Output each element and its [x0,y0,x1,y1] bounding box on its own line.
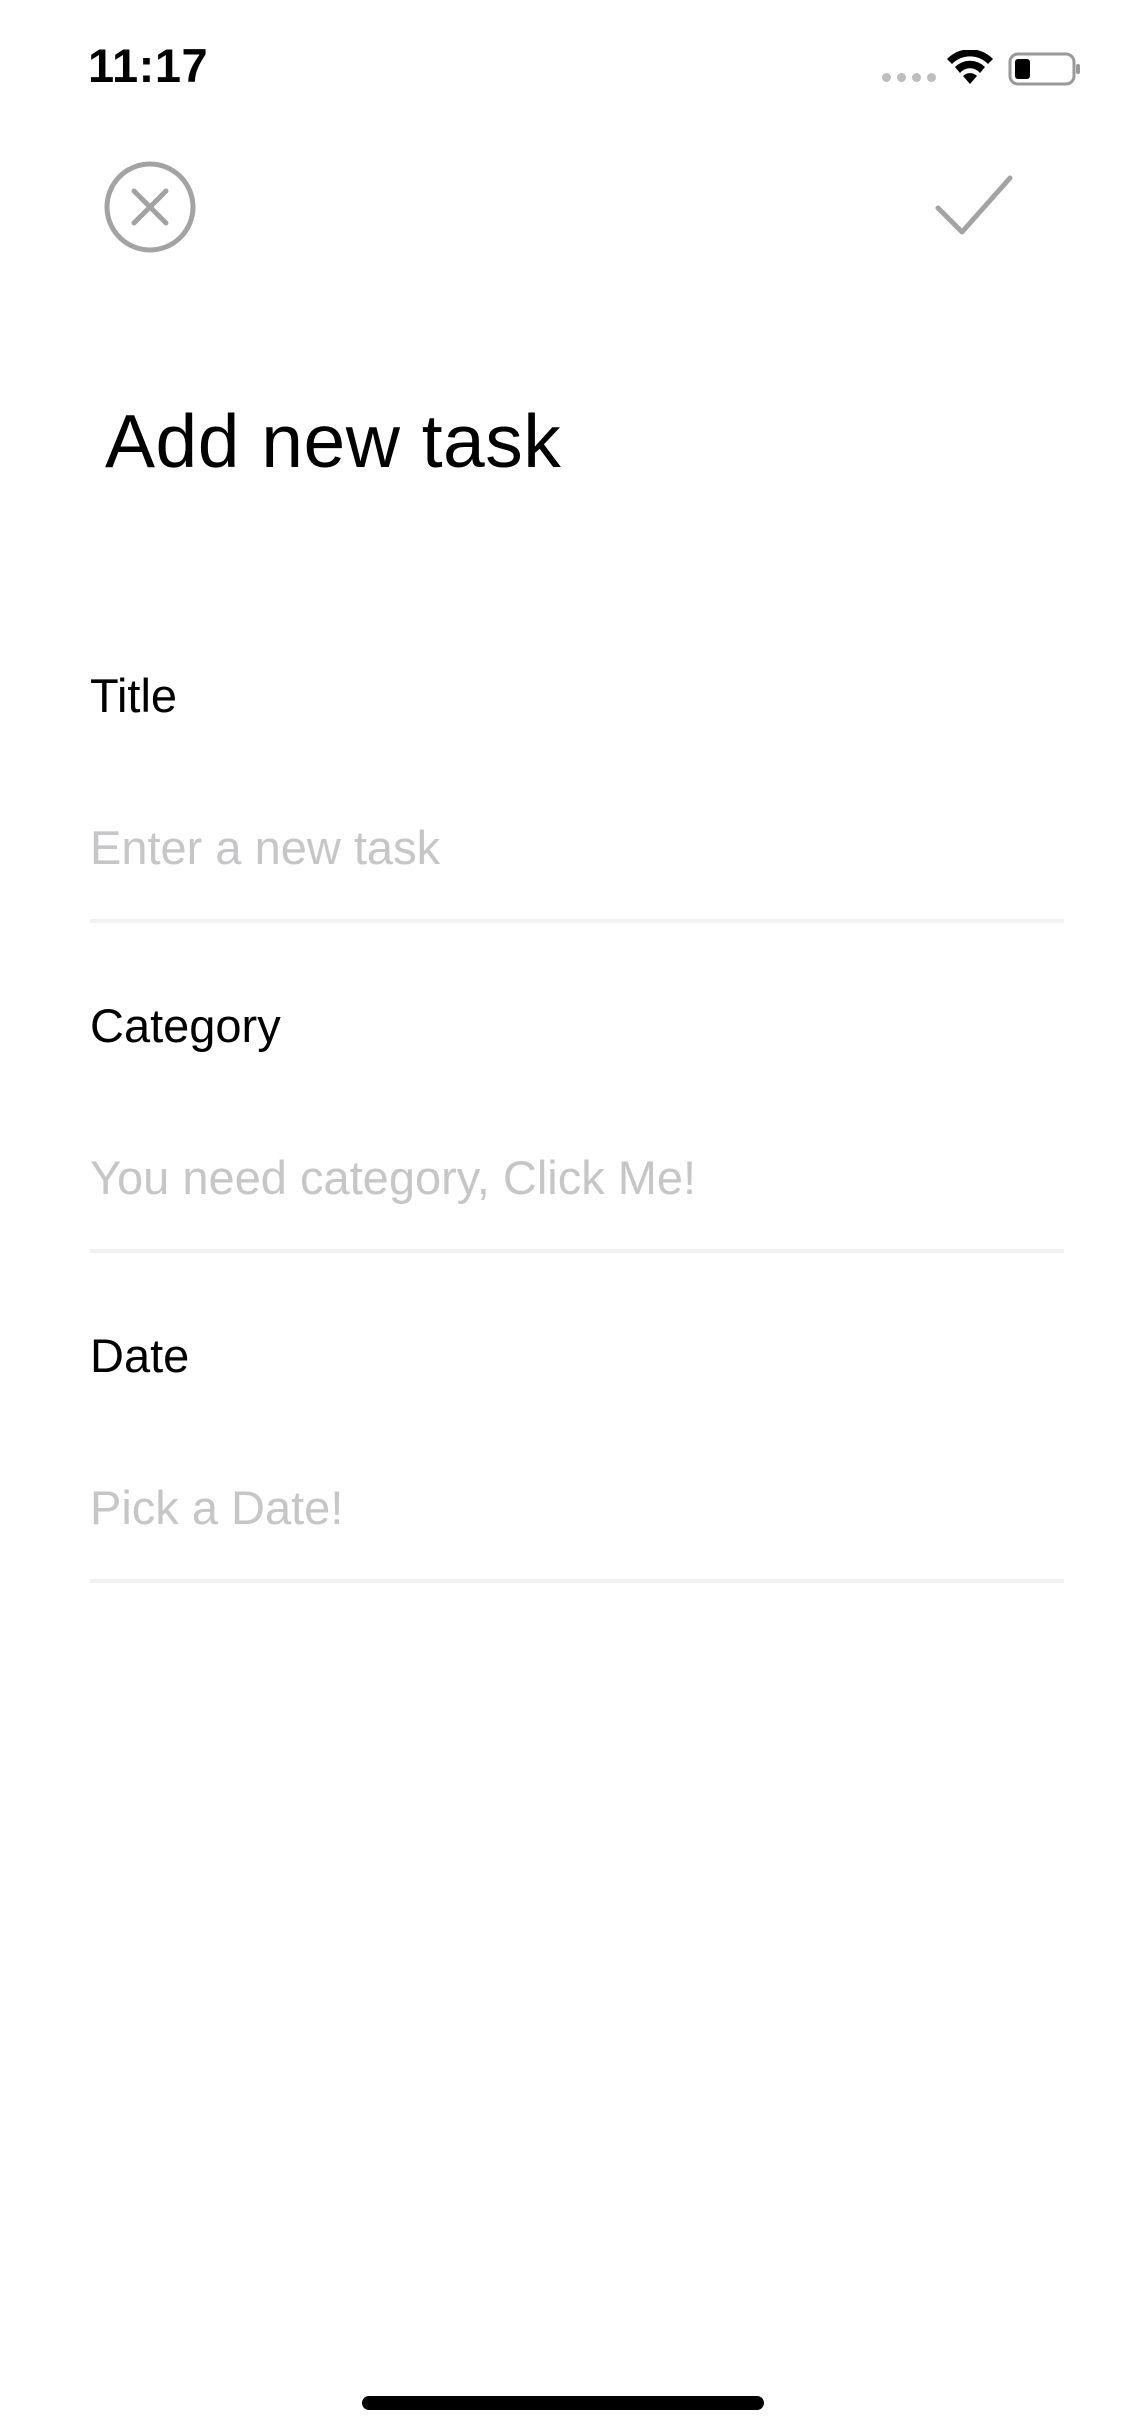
title-field: Title [90,668,1064,928]
title-input[interactable] [90,812,1064,882]
category-label: Category [90,999,281,1052]
category-divider [90,1249,1064,1253]
close-circle-icon [104,161,196,253]
status-bar: 11:17 [0,0,1125,132]
battery-icon [1008,52,1080,86]
checkmark-icon [935,175,1013,235]
date-input[interactable] [90,1472,1064,1542]
wifi-icon [947,50,993,84]
confirm-button[interactable] [932,170,1016,240]
date-field: Date [90,1328,1064,1588]
page-title: Add new task [105,399,562,483]
cellular-signal-icon [882,73,936,82]
category-field: Category [90,998,1064,1258]
title-divider [90,919,1064,923]
home-indicator[interactable] [362,2396,764,2410]
status-time: 11:17 [88,39,209,92]
date-divider [90,1579,1064,1583]
date-label: Date [90,1329,190,1382]
close-button[interactable] [103,160,197,254]
title-label: Title [90,669,178,722]
category-input[interactable] [90,1142,1064,1212]
